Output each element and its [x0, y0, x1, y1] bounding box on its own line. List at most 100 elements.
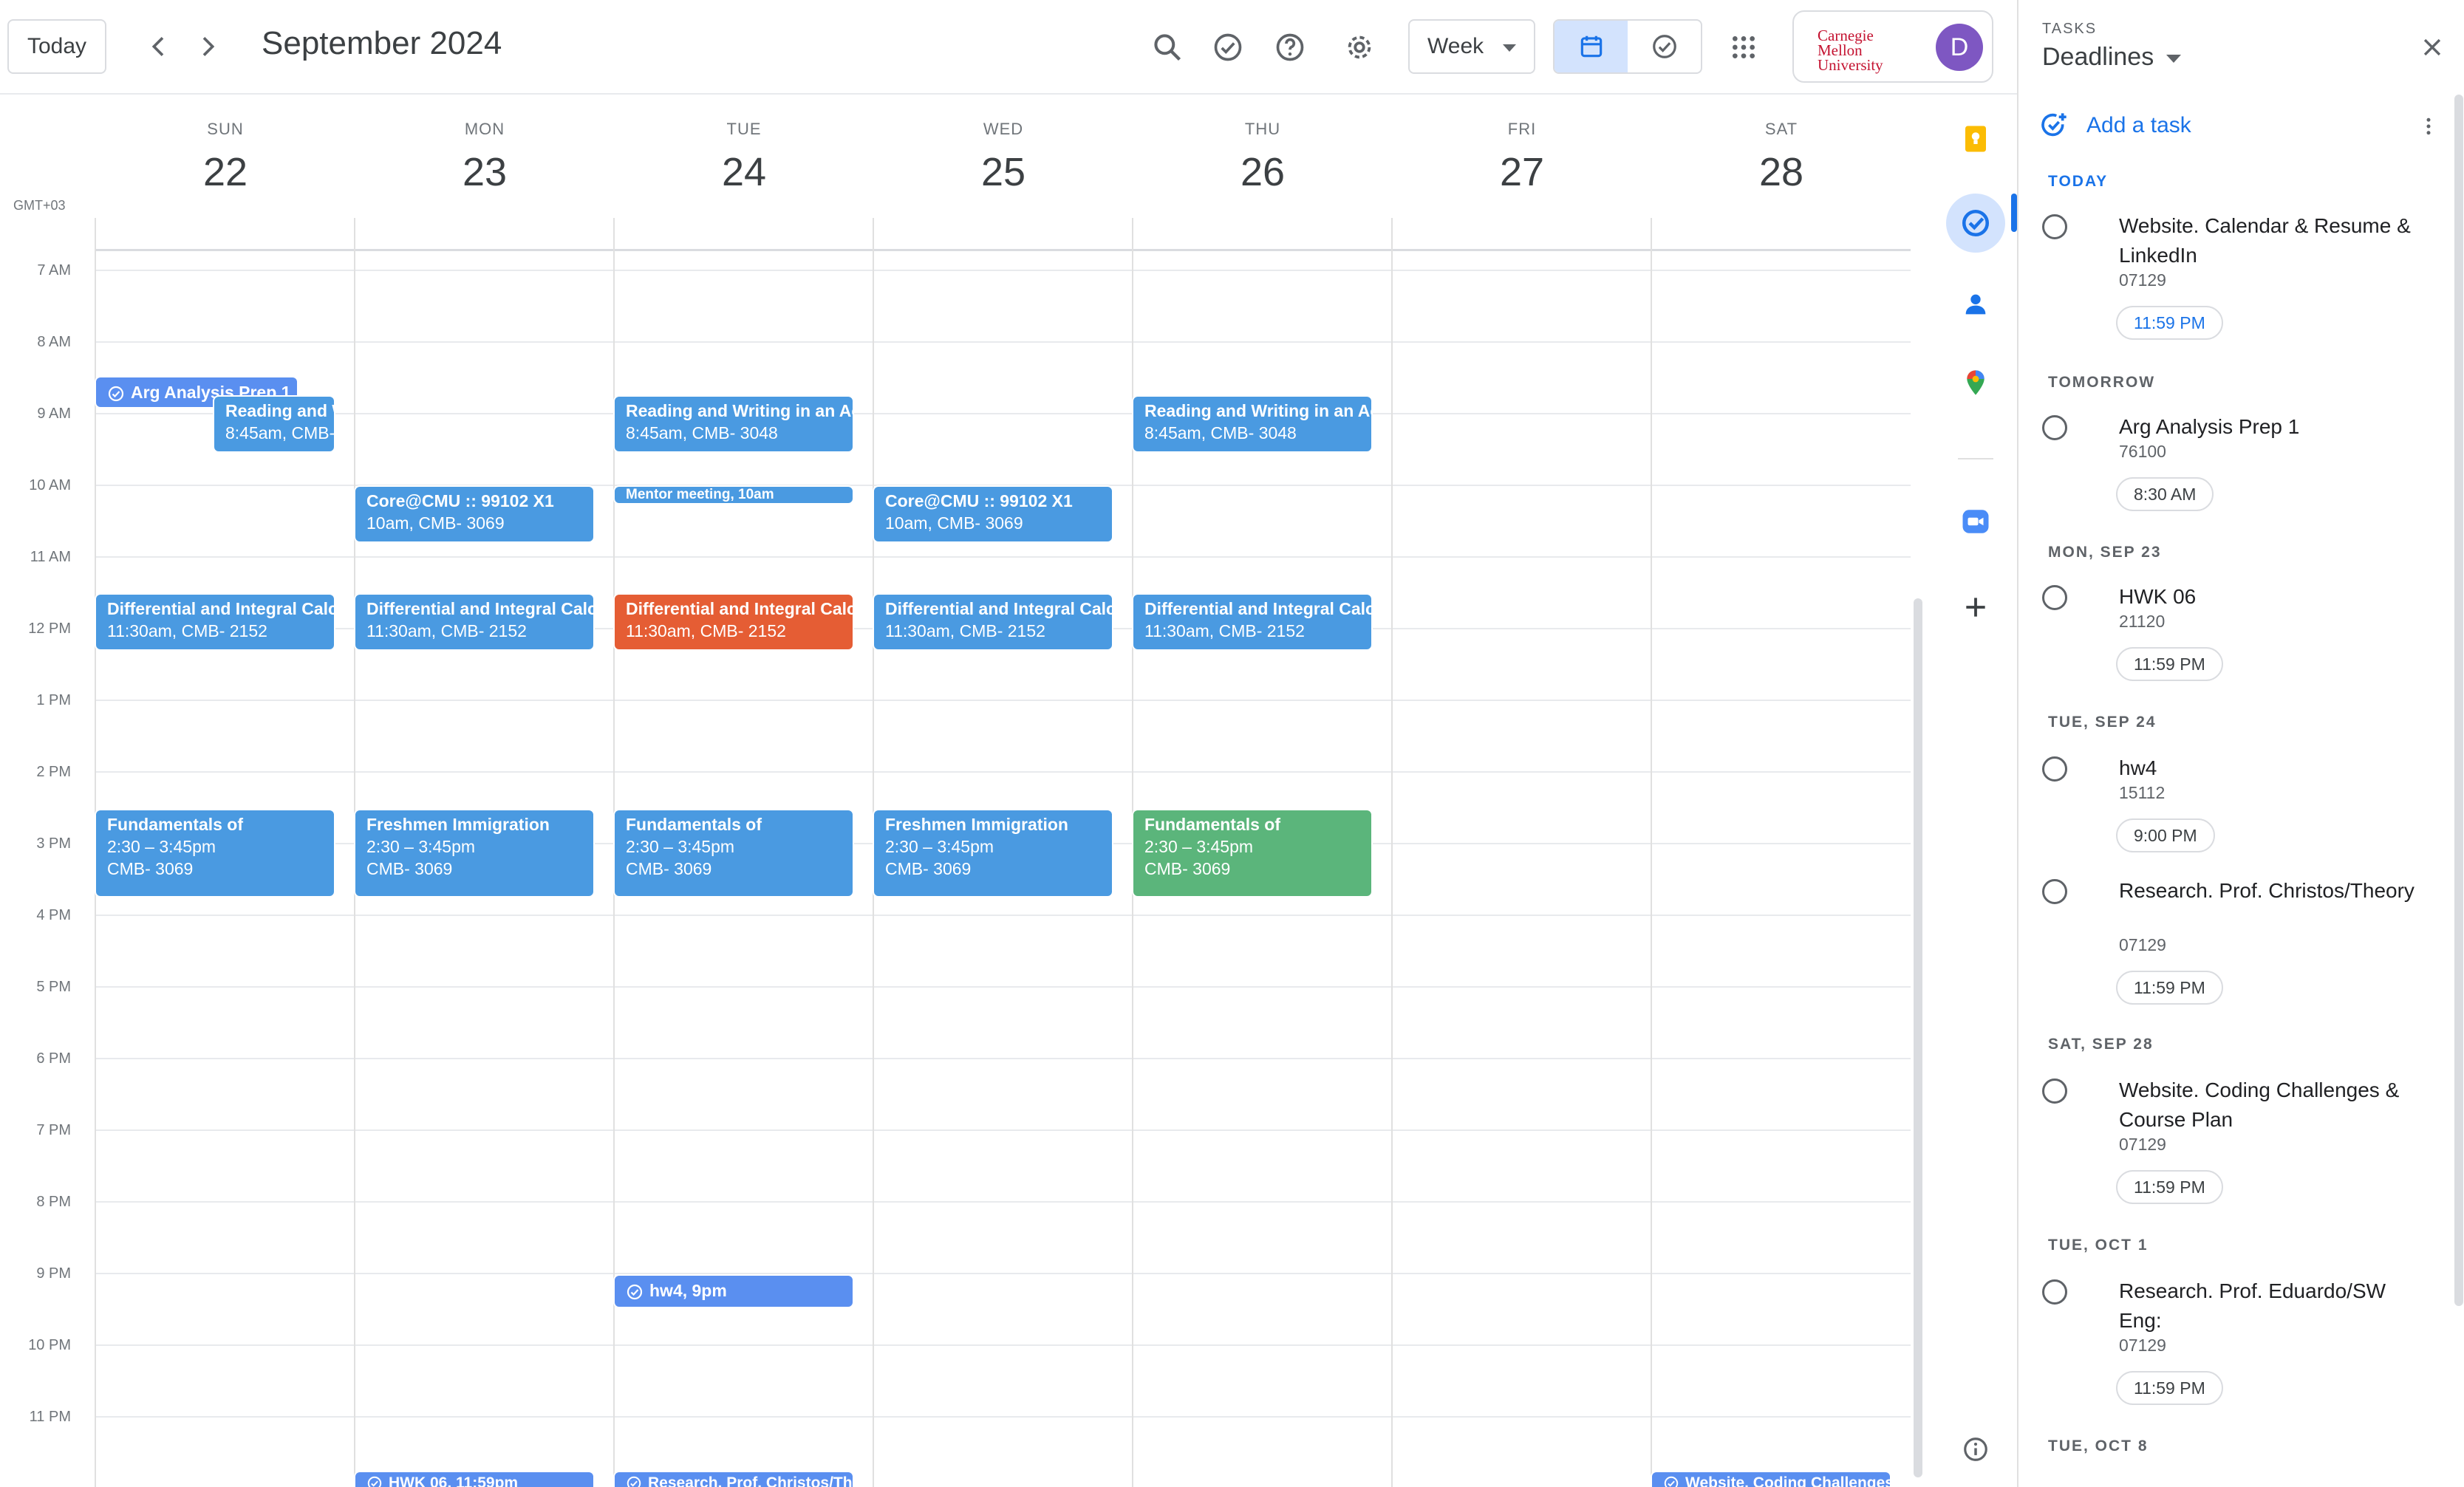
day-number[interactable]: 22 — [96, 149, 355, 195]
event-calculus[interactable]: Differential and Integral Calculus 11:30… — [95, 593, 335, 651]
hour-line — [95, 270, 1911, 271]
prev-week-button[interactable] — [133, 21, 185, 72]
day-number[interactable]: 27 — [1393, 149, 1651, 195]
event-core-cmu[interactable]: Core@CMU :: 99102 X1 10am, CMB- 3069 — [873, 485, 1113, 543]
settings-button[interactable] — [1333, 21, 1386, 74]
hour-label: 11 PM — [29, 1409, 71, 1425]
dropdown-caret-icon[interactable] — [2166, 55, 2181, 63]
task-title[interactable]: Arg Analysis Prep 1 — [2119, 412, 2414, 442]
info-icon — [1964, 1438, 1987, 1461]
zoom-button[interactable] — [1946, 492, 2005, 551]
event-reading-writing[interactable]: Reading and Writing in an Academic Conte… — [213, 395, 335, 453]
complete-task-checkbox[interactable] — [2042, 1078, 2067, 1104]
complete-task-checkbox[interactable] — [2042, 415, 2067, 440]
day-header-thu[interactable]: THU 26 — [1133, 120, 1392, 195]
complete-task-checkbox[interactable] — [2042, 879, 2067, 904]
complete-task-checkbox[interactable] — [2042, 585, 2067, 610]
task-title[interactable]: Website. Calendar & Resume & LinkedIn — [2119, 211, 2414, 270]
week-grid[interactable]: 7 AM 8 AM 9 AM 10 AM 11 AM 12 PM 1 PM 2 … — [0, 218, 1921, 1487]
panel-scrollbar[interactable] — [2454, 95, 2463, 1306]
event-task-hw4[interactable]: hw4, 9pm — [613, 1274, 854, 1308]
get-addons-button[interactable] — [1946, 578, 2005, 637]
event-fundamentals[interactable]: Fundamentals of 2:30 – 3:45pm CMB- 3069 — [95, 809, 335, 898]
next-week-button[interactable] — [182, 21, 233, 72]
month-title: September 2024 — [262, 25, 502, 61]
view-selector-label: Week — [1427, 34, 1484, 58]
day-number[interactable]: 26 — [1133, 149, 1392, 195]
event-fundamentals[interactable]: Fundamentals of 2:30 – 3:45pm CMB- 3069 — [1132, 809, 1373, 898]
event-time: 11:30am, CMB- 2152 — [885, 621, 1045, 640]
keep-button[interactable] — [1946, 109, 2005, 168]
task-due-chip[interactable]: 11:59 PM — [2116, 971, 2223, 1005]
top-bar: Today September 2024 Week Carnegie Mello… — [0, 0, 2017, 95]
day-header-fri[interactable]: FRI 27 — [1393, 120, 1651, 195]
day-header-mon[interactable]: MON 23 — [355, 120, 614, 195]
task-due-chip[interactable]: 11:59 PM — [2116, 647, 2223, 681]
calendar-app: Today September 2024 Week Carnegie Mello… — [0, 0, 2464, 1487]
task-title[interactable]: Research. Prof. Christos/Theory — [2119, 876, 2414, 906]
event-calculus[interactable]: Differential and Integral Calculus 11:30… — [1132, 593, 1373, 651]
add-task-button[interactable]: Add a task — [2039, 108, 2191, 143]
event-task-hwk06[interactable]: HWK 06, 11:59pm — [354, 1471, 595, 1487]
event-calculus[interactable]: Differential and Integral Calculus 11:30… — [873, 593, 1113, 651]
event-time: 10am, CMB- 3069 — [885, 513, 1023, 533]
avatar[interactable]: D — [1936, 24, 1983, 71]
help-button[interactable] — [1263, 21, 1317, 74]
task-due-chip[interactable]: 11:59 PM — [2116, 1170, 2223, 1204]
tasks-mode-button[interactable] — [1628, 21, 1701, 72]
task-due-chip[interactable]: 11:59 PM — [2116, 306, 2223, 340]
complete-task-checkbox[interactable] — [2042, 214, 2067, 239]
day-number[interactable]: 28 — [1652, 149, 1911, 195]
event-time: 2:30 – 3:45pm — [626, 837, 735, 856]
day-number[interactable]: 23 — [355, 149, 614, 195]
account-chip[interactable]: Carnegie Mellon University D — [1792, 10, 1993, 83]
event-freshmen-immigration[interactable]: Freshmen Immigration 2:30 – 3:45pm CMB- … — [873, 809, 1113, 898]
event-freshmen-immigration[interactable]: Freshmen Immigration 2:30 – 3:45pm CMB- … — [354, 809, 595, 898]
event-core-cmu[interactable]: Core@CMU :: 99102 X1 10am, CMB- 3069 — [354, 485, 595, 543]
event-title: Differential and Integral Calculus — [626, 599, 854, 618]
event-calculus[interactable]: Differential and Integral Calculus 11:30… — [354, 593, 595, 651]
calendar-mode-button[interactable] — [1554, 21, 1628, 72]
task-title[interactable]: Research. Prof. Eduardo/SW Eng: — [2119, 1276, 2414, 1336]
task-title[interactable]: hw4 — [2119, 753, 2414, 783]
day-header-sat[interactable]: SAT 28 — [1652, 120, 1911, 195]
task-title[interactable]: HWK 06 — [2119, 582, 2414, 612]
maps-button[interactable] — [1946, 353, 2005, 412]
task-list-selector[interactable]: Deadlines — [2042, 43, 2154, 72]
day-header-wed[interactable]: WED 25 — [874, 120, 1133, 195]
hour-label: 11 AM — [30, 549, 71, 565]
section-heading: TUE, OCT 1 — [2048, 1237, 2149, 1254]
event-title: Differential and Integral Calculus — [1144, 599, 1373, 618]
event-calculus[interactable]: Differential and Integral Calculus 11:30… — [613, 593, 854, 651]
task-due-chip[interactable]: 11:59 PM — [2116, 1371, 2223, 1405]
tasks-button[interactable] — [1946, 194, 2005, 253]
close-panel-button[interactable] — [2410, 25, 2454, 69]
chevron-right-icon — [202, 37, 215, 56]
day-number[interactable]: 24 — [615, 149, 873, 195]
hour-line — [95, 915, 1911, 916]
event-task-research[interactable]: Research. Prof. Christos/Theory — [613, 1471, 854, 1487]
event-mentor-meeting[interactable]: Mentor meeting, 10am — [613, 485, 854, 505]
apps-button[interactable] — [1717, 21, 1770, 74]
task-due-chip[interactable]: 9:00 PM — [2116, 818, 2215, 852]
search-button[interactable] — [1141, 21, 1194, 74]
day-header-tue[interactable]: TUE 24 — [615, 120, 873, 195]
day-number[interactable]: 25 — [874, 149, 1133, 195]
complete-task-checkbox[interactable] — [2042, 756, 2067, 782]
day-header-sun[interactable]: SUN 22 — [96, 120, 355, 195]
event-reading-writing[interactable]: Reading and Writing in an Academic Conte… — [613, 395, 854, 453]
tasks-status-button[interactable] — [1201, 21, 1255, 74]
event-task-website-coding[interactable]: Website. Coding Challenges & Course Plan — [1651, 1471, 1891, 1487]
complete-task-checkbox[interactable] — [2042, 1279, 2067, 1305]
task-due-chip[interactable]: 8:30 AM — [2116, 477, 2214, 511]
event-fundamentals[interactable]: Fundamentals of 2:30 – 3:45pm CMB- 3069 — [613, 809, 854, 898]
contacts-button[interactable] — [1946, 275, 2005, 334]
event-title: Fundamentals of — [1144, 815, 1281, 834]
view-selector[interactable]: Week — [1408, 19, 1535, 74]
grid-scrollbar[interactable] — [1914, 598, 1922, 1477]
today-button[interactable]: Today — [7, 19, 106, 74]
event-reading-writing[interactable]: Reading and Writing in an Academic Conte… — [1132, 395, 1373, 453]
more-options-button[interactable] — [2410, 108, 2447, 145]
info-button[interactable] — [1946, 1420, 2005, 1479]
task-title[interactable]: Website. Coding Challenges & Course Plan — [2119, 1076, 2414, 1135]
